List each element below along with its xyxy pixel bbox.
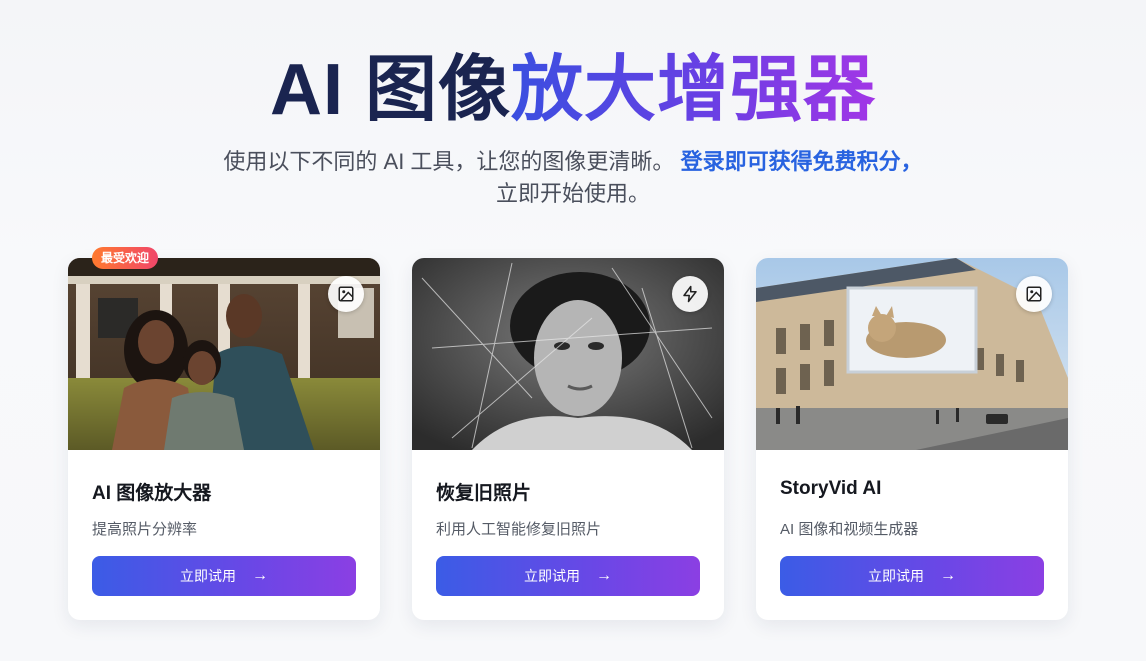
card-image-old-portrait [412, 258, 724, 450]
tool-card-storyvid[interactable]: StoryVid AI AI 图像和视频生成器 立即试用 → [756, 258, 1068, 620]
card-desc: AI 图像和视频生成器 [780, 521, 919, 538]
lightning-icon [683, 285, 697, 303]
image-icon [338, 286, 354, 302]
hero-title: AI 图像放大增强器 [0, 48, 1146, 132]
subtitle-line2: 立即开始使用。 [495, 181, 650, 206]
arrow-right-icon: → [596, 567, 612, 584]
image-type-button[interactable] [328, 276, 364, 312]
try-now-button-storyvid[interactable]: 立即试用 → [780, 556, 1044, 596]
subtitle-line1: 使用以下不同的 AI 工具，让您的图像更清晰。 [223, 149, 675, 174]
hero-title-gradient: 放大增强器 [511, 50, 877, 130]
card-image-city-billboard [756, 258, 1068, 450]
try-now-label: 立即试用 [868, 568, 924, 584]
hero-title-dark: AI 图像 [269, 50, 511, 130]
try-now-label: 立即试用 [524, 568, 580, 584]
card-image-family [68, 258, 380, 450]
card-title: StoryVid AI [780, 478, 882, 499]
image-type-button[interactable] [1016, 276, 1052, 312]
image-icon [1026, 286, 1042, 302]
try-now-label: 立即试用 [180, 568, 236, 584]
card-desc: 提高照片分辨率 [92, 521, 198, 538]
card-title: AI 图像放大器 [92, 483, 212, 504]
arrow-right-icon: → [940, 567, 956, 584]
card-desc: 利用人工智能修复旧照片 [436, 521, 602, 538]
try-now-button-upscaler[interactable]: 立即试用 → [92, 556, 356, 596]
card-title: 恢复旧照片 [436, 483, 532, 504]
tool-card-upscaler[interactable]: AI 图像放大器 提高照片分辨率 立即试用 → [68, 258, 380, 620]
arrow-right-icon: → [252, 567, 268, 584]
restore-type-button[interactable] [672, 276, 708, 312]
popular-badge: 最受欢迎 [92, 247, 159, 269]
tool-card-restore[interactable]: 恢复旧照片 利用人工智能修复旧照片 立即试用 → [412, 258, 724, 620]
try-now-button-restore[interactable]: 立即试用 → [436, 556, 700, 596]
subtitle-login-highlight[interactable]: 登录即可获得免费积分， [681, 149, 923, 174]
hero-subtitle: 使用以下不同的 AI 工具，让您的图像更清晰。 登录即可获得免费积分， 立即开始… [0, 146, 1146, 210]
